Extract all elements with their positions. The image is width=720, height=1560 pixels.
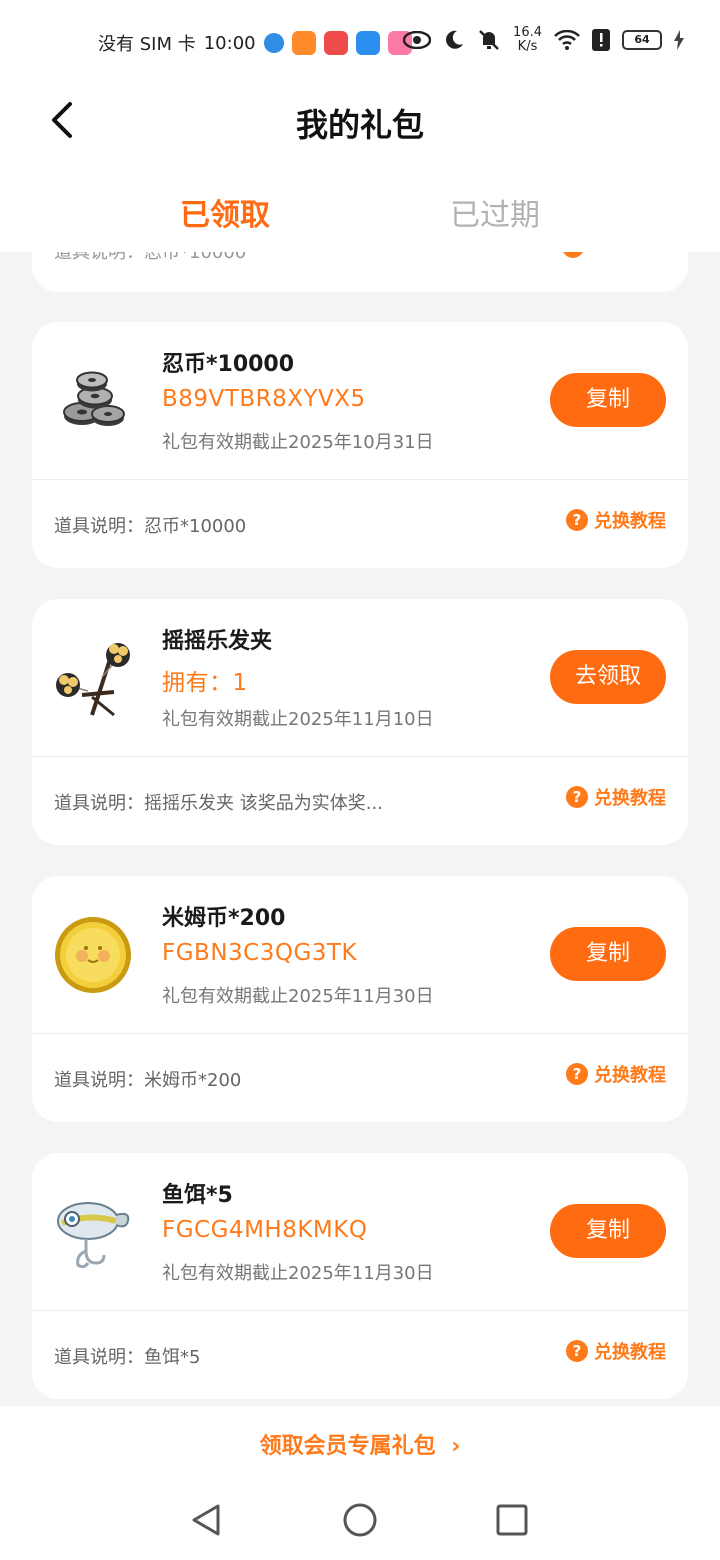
charging-icon [674, 30, 684, 50]
gift-description: 道具说明：鱼饵*5 [54, 1347, 201, 1368]
system-nav-bar [0, 1480, 720, 1560]
card-divider [32, 1033, 688, 1034]
gift-card: 摇摇乐发夹 拥有：1 礼包有效期截止2025年11月10日 去领取 道具说明：摇… [32, 599, 688, 845]
gift-expiry: 礼包有效期截止2025年11月10日 [162, 709, 434, 730]
speed-unit: K/s [517, 39, 538, 54]
card-divider [32, 479, 688, 480]
mall-app-icon [323, 31, 348, 55]
card-divider [32, 756, 688, 757]
member-gift-label: 领取会员专属礼包 [259, 1434, 436, 1459]
redeem-tutorial-link[interactable]: ? 兑换教程 [566, 1338, 666, 1364]
status-left: 没有 SIM 卡 10:00 [98, 30, 412, 56]
tutorial-label: 兑换教程 [594, 788, 666, 809]
gift-card-main: 忍币*10000 B89VTBR8XYVX5 礼包有效期截止2025年10月31… [32, 322, 688, 479]
gift-card-main: 米姆币*200 FGBN3C3QG3TK 礼包有效期截止2025年11月30日 … [32, 876, 688, 1033]
carrier-text: 没有 SIM 卡 [98, 34, 196, 55]
gift-expiry: 礼包有效期截止2025年11月30日 [162, 986, 434, 1007]
browser-app-icon [263, 33, 284, 53]
nav-recents-button[interactable] [492, 1500, 532, 1540]
copy-button[interactable]: 复制 [550, 927, 666, 981]
help-icon: ? [566, 509, 588, 531]
speed-value: 16.4 [513, 25, 542, 40]
gift-expiry: 礼包有效期截止2025年11月30日 [162, 1263, 434, 1284]
redeem-tutorial-link[interactable]: ? 兑换教程 [566, 507, 666, 533]
gift-name: 米姆币*200 [162, 906, 286, 931]
chevron-right-icon: › [451, 1434, 461, 1459]
page-header: 我的礼包 已领取 已过期 [0, 84, 720, 252]
claim-button[interactable]: 去领取 [550, 650, 666, 704]
redeem-tutorial-link[interactable]: ? 兑换教程 [566, 784, 666, 810]
tutorial-label: 兑换教程 [594, 511, 666, 532]
redeem-tutorial-link[interactable]: ? 兑换教程 [566, 1061, 666, 1087]
eye-icon [403, 31, 432, 49]
coin-stack-icon [63, 371, 125, 426]
gift-description: 道具说明：忍币*10000 [54, 516, 247, 537]
gift-card-main: 摇摇乐发夹 拥有：1 礼包有效期截止2025年11月10日 去领取 [32, 599, 688, 756]
gift-card: 忍币*10000 B89VTBR8XYVX5 礼包有效期截止2025年10月31… [32, 322, 688, 568]
gift-name: 鱼饵*5 [162, 1183, 233, 1208]
wifi-icon [554, 30, 580, 50]
gift-name: 忍币*10000 [162, 352, 295, 377]
status-right: 16.4 K/s 64 [403, 26, 684, 54]
copy-button[interactable]: 复制 [550, 373, 666, 427]
card-divider [32, 1310, 688, 1311]
clock-text: 10:00 [203, 32, 256, 54]
mute-bell-icon [479, 30, 499, 50]
help-icon: ? [566, 786, 588, 808]
gift-code: FGCG4MH8KMKQ [162, 1217, 368, 1243]
gift-card: 鱼饵*5 FGCG4MH8KMKQ 礼包有效期截止2025年11月30日 复制 … [32, 1153, 688, 1399]
tutorial-label: 兑换教程 [594, 1065, 666, 1086]
status-bar: 没有 SIM 卡 10:00 16.4 K/s 64 [0, 0, 720, 84]
gift-description: 道具说明：摇摇乐发夹 该奖品为实体奖... [54, 793, 383, 814]
gift-expiry: 礼包有效期截止2025年10月31日 [162, 432, 434, 453]
gift-card: 米姆币*200 FGBN3C3QG3TK 礼包有效期截止2025年11月30日 … [32, 876, 688, 1122]
gift-card-main: 鱼饵*5 FGCG4MH8KMKQ 礼包有效期截止2025年11月30日 复制 [32, 1153, 688, 1310]
copy-button[interactable]: 复制 [550, 1204, 666, 1258]
alert-icon [592, 29, 610, 51]
nav-back-button[interactable] [186, 1500, 226, 1540]
nav-home-button[interactable] [340, 1500, 380, 1540]
battery-indicator: 64 [622, 30, 662, 50]
gift-description: 道具说明：米姆币*200 [54, 1070, 242, 1091]
bottom-bar: 领取会员专属礼包 › [0, 1406, 720, 1480]
gift-name: 摇摇乐发夹 [162, 629, 273, 654]
tab-received[interactable]: 已领取 [180, 190, 270, 234]
triangle-back-icon [192, 1504, 220, 1536]
gift-code: FGBN3C3QG3TK [162, 940, 358, 966]
tab-expired[interactable]: 已过期 [450, 190, 540, 234]
video-app-icon [291, 31, 316, 55]
fish-lure-icon [57, 1202, 130, 1269]
moon-icon [446, 30, 464, 49]
page-title: 我的礼包 [295, 106, 424, 144]
gift-code: B89VTBR8XYVX5 [162, 386, 366, 412]
weather-app-icon [355, 31, 380, 55]
gift-quantity: 拥有：1 [162, 670, 248, 696]
square-recents-icon [496, 1504, 528, 1536]
network-speed: 16.4 K/s [513, 26, 542, 54]
member-gift-link[interactable]: 领取会员专属礼包 › [0, 1428, 720, 1460]
circle-home-icon [343, 1503, 377, 1537]
help-icon: ? [566, 1063, 588, 1085]
gold-coin-icon [55, 917, 131, 993]
help-icon: ? [566, 1340, 588, 1362]
hairclip-icon [56, 643, 130, 717]
tutorial-label: 兑换教程 [594, 1342, 666, 1363]
